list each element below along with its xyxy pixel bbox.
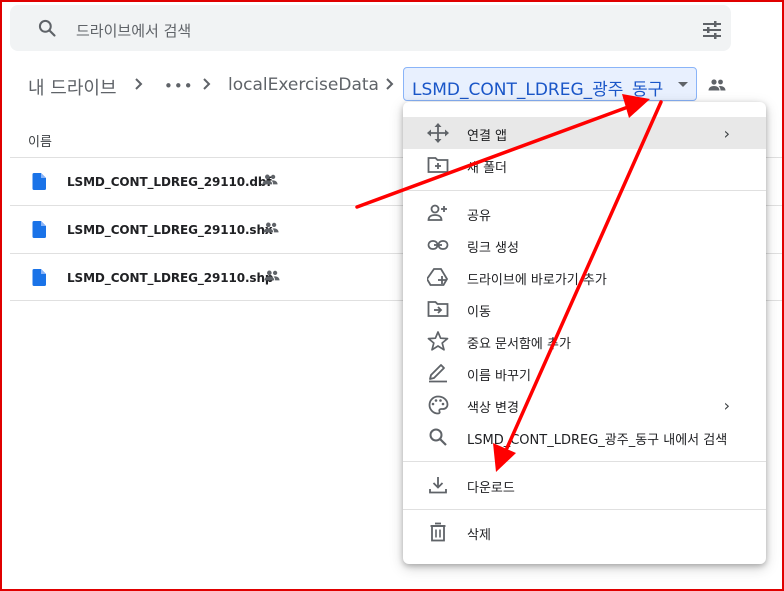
- menu-item-label: 링크 생성: [467, 241, 519, 256]
- document-icon: [32, 173, 46, 190]
- palette-icon: [428, 395, 449, 415]
- breadcrumb-more[interactable]: •••: [164, 77, 194, 95]
- menu-item-open-with[interactable]: 연결 앱 ›: [403, 117, 766, 149]
- shared-people-icon: [708, 79, 726, 91]
- search-icon: [429, 428, 447, 446]
- submenu-arrow-icon: ›: [723, 396, 730, 415]
- new-folder-icon: [427, 157, 449, 173]
- menu-item-star[interactable]: 중요 문서함에 추가: [403, 325, 766, 357]
- move-folder-icon: [427, 301, 449, 317]
- column-header-name[interactable]: 이름: [28, 131, 52, 150]
- shared-people-icon: [263, 222, 279, 233]
- current-folder-label: LSMD_CONT_LDREG_광주_동구: [412, 80, 664, 100]
- menu-item-download[interactable]: 다운로드: [403, 469, 766, 501]
- search-options-icon[interactable]: [702, 21, 722, 39]
- menu-item-label: 색상 변경: [467, 401, 519, 416]
- menu-item-label: LSMD_CONT_LDREG_광주_동구 내에서 검색: [467, 433, 728, 448]
- star-icon: [427, 331, 449, 351]
- menu-item-search-within[interactable]: LSMD_CONT_LDREG_광주_동구 내에서 검색: [403, 421, 766, 453]
- search-icon[interactable]: [37, 18, 57, 38]
- shared-people-icon: [264, 270, 280, 281]
- dropdown-caret-icon: [678, 82, 688, 87]
- menu-item-delete[interactable]: 삭제: [403, 516, 766, 548]
- file-name: LSMD_CONT_LDREG_29110.shx: [67, 223, 273, 237]
- move-arrows-icon: [427, 123, 449, 143]
- file-name: LSMD_CONT_LDREG_29110.dbf: [67, 175, 272, 189]
- menu-item-get-link[interactable]: 링크 생성: [403, 229, 766, 261]
- document-icon: [32, 269, 46, 286]
- chevron-right-icon: [135, 78, 143, 90]
- menu-item-share[interactable]: 공유: [403, 197, 766, 229]
- menu-item-label: 공유: [467, 209, 491, 224]
- breadcrumb-current-folder[interactable]: LSMD_CONT_LDREG_광주_동구: [403, 67, 697, 101]
- link-icon: [427, 240, 449, 250]
- menu-item-label: 연결 앱: [467, 129, 508, 144]
- folder-context-menu: 연결 앱 › 새 폴더 공유 링크 생성 드라이브에 바로가기 추가 이동 중요…: [403, 102, 766, 564]
- breadcrumb-folder[interactable]: localExerciseData: [228, 75, 379, 95]
- trash-icon: [430, 522, 446, 542]
- chevron-right-icon: [203, 78, 211, 90]
- file-name: LSMD_CONT_LDREG_29110.shp: [67, 271, 274, 285]
- menu-item-move[interactable]: 이동: [403, 293, 766, 325]
- menu-item-label: 이름 바꾸기: [467, 369, 531, 384]
- breadcrumb: 내 드라이브 ••• localExerciseData LSMD_CONT_L…: [0, 66, 784, 106]
- menu-divider: [403, 509, 766, 510]
- menu-item-label: 이동: [467, 305, 491, 320]
- pencil-icon: [429, 364, 447, 383]
- menu-item-label: 다운로드: [467, 481, 515, 496]
- menu-item-new-folder[interactable]: 새 폴더: [403, 149, 766, 181]
- menu-divider: [403, 461, 766, 462]
- person-add-icon: [427, 204, 447, 221]
- menu-divider: [403, 190, 766, 191]
- submenu-arrow-icon: ›: [723, 124, 730, 143]
- menu-item-add-shortcut[interactable]: 드라이브에 바로가기 추가: [403, 261, 766, 293]
- menu-item-label: 드라이브에 바로가기 추가: [467, 273, 607, 288]
- drive-shortcut-icon: [427, 268, 449, 286]
- menu-item-change-color[interactable]: 색상 변경 ›: [403, 389, 766, 421]
- shared-people-icon: [262, 174, 278, 185]
- breadcrumb-my-drive[interactable]: 내 드라이브: [28, 74, 117, 100]
- search-bar[interactable]: 드라이브에서 검색: [10, 5, 731, 51]
- menu-item-label: 새 폴더: [467, 161, 508, 176]
- chevron-right-icon: [386, 78, 394, 90]
- document-icon: [32, 221, 46, 238]
- menu-item-label: 중요 문서함에 추가: [467, 337, 571, 352]
- download-icon: [429, 477, 447, 494]
- search-input[interactable]: 드라이브에서 검색: [76, 20, 191, 41]
- menu-item-label: 삭제: [467, 528, 491, 543]
- menu-item-rename[interactable]: 이름 바꾸기: [403, 357, 766, 389]
